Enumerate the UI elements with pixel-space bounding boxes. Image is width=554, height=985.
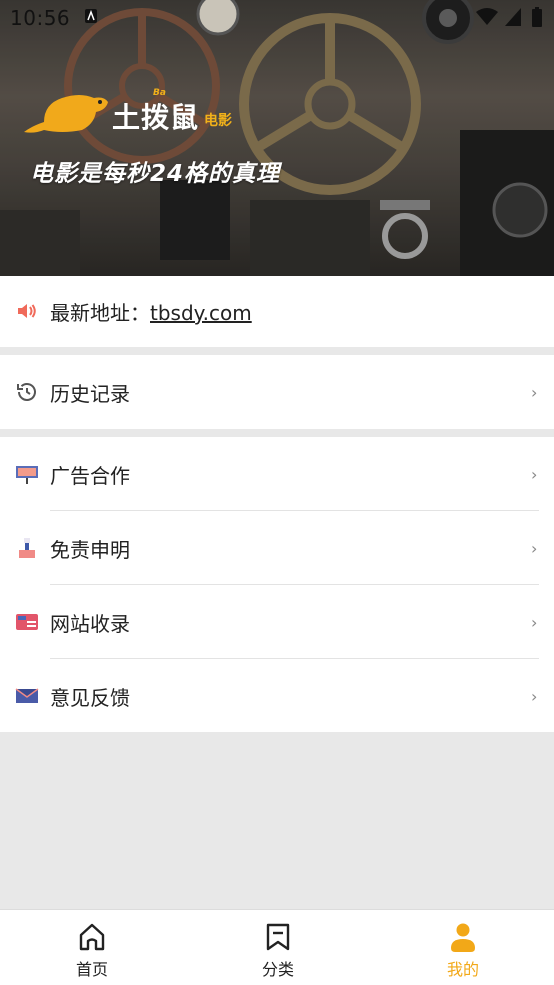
tab-label: 分类 [261,960,294,979]
header-banner: 10:56 Ba 土拨鼠 电影 电影是每秒24格的真理 [0,0,554,276]
chevron-right-icon: › [531,464,538,484]
menu-section: 广告合作 › 免责申明 › 网站收录 › 意见反馈 › [0,437,554,732]
menu-item-history[interactable]: 历史记录 › [0,355,554,429]
tab-category[interactable]: 分类 [223,910,333,985]
menu-item-label: 网站收录 [50,611,130,636]
menu-item-label: 历史记录 [50,381,130,406]
logo-text: 土拨鼠 [112,101,200,134]
menu-item-label: 免责申明 [50,537,130,562]
notification-icon [85,9,97,23]
tab-label: 首页 [75,960,108,979]
speaker-icon [18,304,36,318]
tab-mine[interactable]: 我的 [408,910,518,985]
status-bar: 10:56 [0,0,554,36]
tab-label: 我的 [446,960,479,979]
billboard-icon [16,466,38,484]
tab-home[interactable]: 首页 [37,910,147,985]
chevron-right-icon: › [531,382,538,402]
beaver-logo-icon [24,95,108,133]
menu-item-disclaimer[interactable]: 免责申明 › [0,511,554,585]
card-icon [16,614,38,630]
mail-icon [15,688,39,703]
battery-icon [532,7,542,27]
menu-item-feedback[interactable]: 意见反馈 › [0,659,554,733]
chevron-right-icon: › [531,612,538,632]
menu-item-ad-cooperation[interactable]: 广告合作 › [0,437,554,511]
bottom-tab-bar: 首页 分类 我的 [0,909,554,985]
home-icon [79,923,105,951]
logo-subtext: 电影 [204,113,232,129]
address-label: 最新地址： [50,301,150,325]
address-row: 最新地址：tbsdy.com [0,276,554,347]
bookmark-icon [266,923,290,951]
menu-item-site-submission[interactable]: 网站收录 › [0,585,554,659]
address-text: 最新地址：tbsdy.com [50,297,252,326]
chevron-right-icon: › [531,538,538,558]
notary-icon [19,538,35,558]
chevron-right-icon: › [531,686,538,706]
status-time: 10:56 [10,6,71,30]
wifi-icon [476,8,498,25]
film-reels-image [0,0,554,276]
history-section: 历史记录 › [0,355,554,429]
menu-item-label: 广告合作 [50,463,130,488]
slogan: 电影是每秒24格的真理 [30,161,281,187]
signal-icon [505,8,521,26]
user-icon [451,923,475,952]
address-link[interactable]: tbsdy.com [150,301,252,325]
history-icon [17,383,36,401]
menu-item-label: 意见反馈 [50,685,130,710]
